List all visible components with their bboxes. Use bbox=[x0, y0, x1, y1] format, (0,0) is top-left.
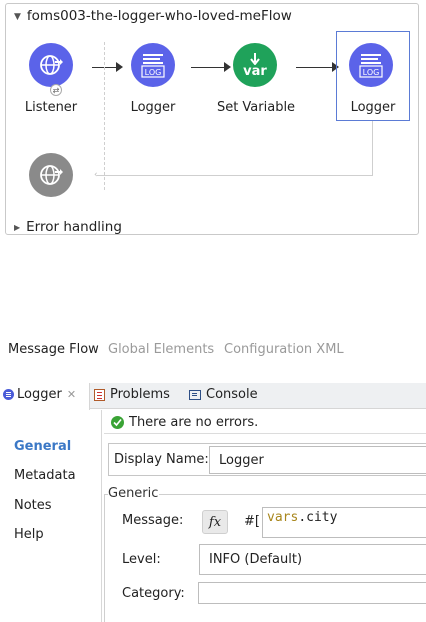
group-border-left bbox=[104, 494, 105, 622]
log-text-1: LOG bbox=[145, 68, 162, 77]
tab-global-elements[interactable]: Global Elements bbox=[108, 342, 214, 357]
set-variable-label: Set Variable bbox=[216, 100, 296, 115]
display-name-value: Logger bbox=[219, 452, 264, 468]
level-value: INFO (Default) bbox=[209, 552, 303, 567]
fx-button[interactable]: fx bbox=[202, 510, 228, 534]
generic-group-label: Generic bbox=[108, 486, 159, 501]
display-name-input[interactable]: Logger bbox=[209, 446, 426, 474]
logger-node-2[interactable]: LOG bbox=[349, 43, 393, 87]
flow-arrow-head bbox=[116, 62, 123, 72]
message-var: vars bbox=[267, 510, 299, 525]
tab-problems-label: Problems bbox=[110, 387, 170, 402]
flow-arrow-head bbox=[224, 62, 231, 72]
log-icon: LOG bbox=[359, 54, 383, 78]
message-input[interactable]: vars.city bbox=[262, 507, 426, 538]
close-icon[interactable]: ✕ bbox=[67, 388, 76, 401]
collapse-triangle-icon[interactable]: ▼ bbox=[14, 12, 21, 22]
fx-icon: fx bbox=[208, 514, 222, 530]
sidebar-item-help[interactable]: Help bbox=[14, 527, 44, 542]
check-icon bbox=[111, 416, 124, 429]
set-variable-node[interactable]: var bbox=[233, 43, 277, 87]
logger-node-1[interactable]: LOG bbox=[131, 43, 175, 87]
display-name-label: Display Name: bbox=[114, 452, 209, 467]
message-rest: .city bbox=[298, 510, 338, 525]
expression-prefix: #[ bbox=[244, 514, 260, 529]
return-line-horizontal bbox=[97, 175, 373, 176]
sidebar-item-notes[interactable]: Notes bbox=[14, 498, 52, 513]
scope-divider bbox=[104, 42, 105, 190]
log-text-2: LOG bbox=[363, 68, 380, 77]
category-input[interactable] bbox=[198, 582, 426, 604]
tab-logger-label: Logger bbox=[17, 387, 62, 402]
tab-configuration-xml[interactable]: Configuration XML bbox=[224, 342, 344, 357]
level-select[interactable]: INFO (Default) bbox=[199, 544, 426, 575]
error-handling-label: Error handling bbox=[26, 219, 122, 235]
level-label: Level: bbox=[122, 552, 161, 567]
flow-title[interactable]: ▼ foms003-the-logger-who-loved-meFlow bbox=[14, 8, 292, 24]
tab-console-label: Console bbox=[206, 387, 258, 402]
problems-icon bbox=[94, 388, 105, 401]
flow-title-text: foms003-the-logger-who-loved-meFlow bbox=[26, 8, 292, 24]
tab-logger[interactable]: Logger ✕ bbox=[3, 387, 76, 402]
flow-arrow bbox=[296, 67, 333, 68]
log-icon: LOG bbox=[141, 54, 165, 78]
tab-console[interactable]: Console bbox=[189, 387, 258, 402]
expand-triangle-icon[interactable]: ▶ bbox=[14, 223, 20, 232]
tab-problems[interactable]: Problems bbox=[94, 387, 170, 402]
listener-node[interactable] bbox=[29, 43, 73, 87]
listener-label: Listener bbox=[24, 100, 78, 115]
logger-icon bbox=[3, 389, 14, 400]
properties-sidebar: General Metadata Notes Help bbox=[0, 410, 102, 622]
flow-arrow bbox=[191, 67, 225, 68]
return-line-vertical bbox=[372, 121, 373, 175]
logger-label-2: Logger bbox=[350, 100, 396, 115]
group-border bbox=[159, 494, 426, 495]
console-icon bbox=[189, 389, 201, 400]
return-arrow-head: ‹ bbox=[94, 170, 98, 180]
category-label: Category: bbox=[122, 586, 185, 601]
source-badge-icon: ⇄ bbox=[50, 84, 62, 96]
tab-message-flow[interactable]: Message Flow bbox=[8, 342, 99, 357]
sidebar-item-metadata[interactable]: Metadata bbox=[14, 468, 76, 483]
logger-label-1: Logger bbox=[130, 100, 176, 115]
globe-icon bbox=[40, 165, 63, 185]
response-node[interactable] bbox=[29, 153, 73, 197]
globe-icon bbox=[40, 55, 63, 75]
status-text: There are no errors. bbox=[129, 415, 259, 430]
var-icon: var bbox=[243, 64, 267, 79]
sidebar-item-general[interactable]: General bbox=[14, 439, 71, 454]
message-label: Message: bbox=[122, 513, 184, 528]
error-handling-toggle[interactable]: ▶ Error handling bbox=[14, 219, 122, 235]
